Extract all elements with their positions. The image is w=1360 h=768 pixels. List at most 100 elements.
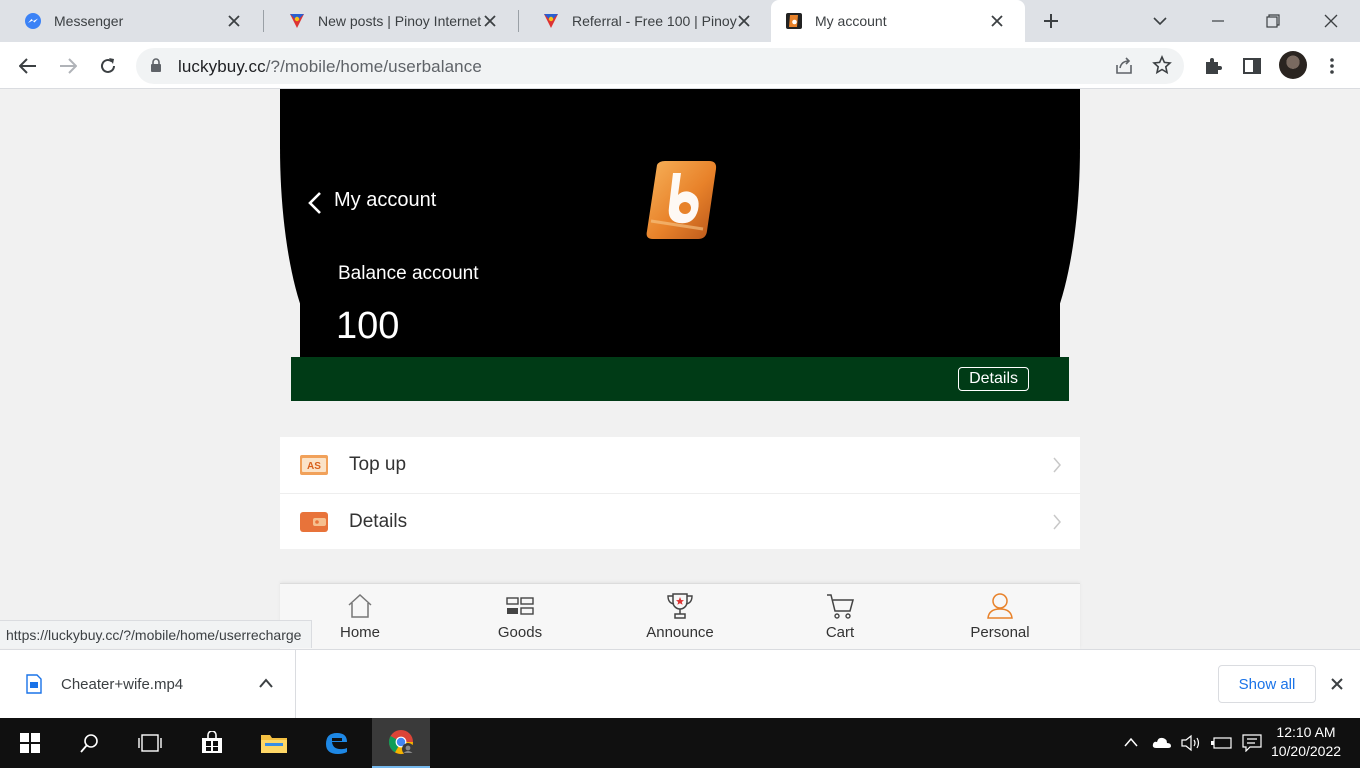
taskbar-clock[interactable]: 12:10 AM 10/20/2022 [1268, 723, 1344, 761]
tab-search-button[interactable] [1145, 6, 1175, 36]
nav-cart[interactable]: Cart [780, 584, 900, 649]
plus-icon [1044, 14, 1058, 28]
close-icon [1324, 14, 1338, 28]
taskbar-search-button[interactable] [66, 718, 114, 768]
tab-title: New posts | Pinoy Internet [318, 13, 482, 29]
bookmark-star-icon[interactable] [1152, 55, 1172, 75]
address-bar[interactable]: luckybuy.cc/?/mobile/home/userbalance [136, 48, 1184, 84]
chevron-up-icon[interactable] [258, 677, 274, 689]
nav-announce[interactable]: Announce [620, 584, 740, 649]
lock-icon [151, 58, 161, 72]
task-view-button[interactable] [126, 718, 174, 768]
tab-new-posts[interactable]: New posts | Pinoy Internet [264, 0, 518, 42]
folder-icon [261, 735, 287, 753]
menu-item-top-up[interactable]: AS Top up [280, 437, 1080, 493]
menu-label: Top up [349, 454, 407, 475]
more-vert-icon [1330, 58, 1334, 74]
trophy-icon [667, 593, 693, 619]
chevron-up-icon[interactable] [1124, 737, 1138, 747]
nav-label: Goods [497, 624, 543, 641]
start-button[interactable] [6, 718, 54, 768]
new-tab-button[interactable] [1039, 9, 1063, 33]
svg-text:AS: AS [307, 461, 321, 472]
extensions-button[interactable] [1200, 53, 1226, 79]
page-title: My account [334, 189, 437, 211]
minimize-icon [1212, 20, 1224, 22]
side-panel-icon [1243, 58, 1261, 74]
download-shelf: Cheater+wife.mp4 Show all [0, 649, 1360, 719]
store-icon [202, 731, 222, 753]
close-tab-icon[interactable] [224, 11, 244, 31]
close-shelf-icon[interactable] [1327, 674, 1347, 694]
web-page: My account Balance account 100 Details A… [0, 89, 1360, 649]
balance-actions-bar: Details [291, 357, 1069, 401]
tab-my-account[interactable]: My account [771, 0, 1025, 42]
nav-label: Personal [970, 624, 1030, 641]
close-tab-icon[interactable] [480, 11, 500, 31]
minimize-button[interactable] [1203, 6, 1233, 36]
task-view-icon [138, 734, 162, 752]
reload-button[interactable] [95, 53, 121, 79]
restore-button[interactable] [1258, 6, 1288, 36]
download-item[interactable]: Cheater+wife.mp4 [0, 650, 296, 719]
luckybuy-icon [786, 13, 802, 29]
luckybuy-logo [646, 161, 717, 239]
volume-icon[interactable] [1181, 734, 1203, 752]
taskbar-edge[interactable] [312, 718, 360, 768]
person-icon [987, 593, 1013, 619]
browser-menu-button[interactable] [1319, 53, 1345, 79]
video-file-icon [26, 674, 42, 694]
windows-taskbar: 12:10 AM 10/20/2022 [0, 718, 1360, 768]
share-icon[interactable] [1114, 56, 1134, 76]
top-up-icon: AS [300, 455, 328, 475]
arrow-right-icon [60, 58, 77, 74]
tab-title: Referral - Free 100 | Pinoy [572, 13, 737, 29]
nav-label: Announce [646, 624, 714, 641]
details-button[interactable]: Details [958, 367, 1029, 391]
nav-home[interactable]: Home [300, 584, 420, 649]
close-window-button[interactable] [1316, 6, 1346, 36]
url-path: /?/mobile/home/userbalance [265, 57, 482, 76]
restore-icon [1266, 14, 1280, 28]
pinoy-internet-icon [544, 14, 558, 28]
side-panel-button[interactable] [1239, 53, 1265, 79]
arrow-left-icon [19, 58, 36, 74]
notification-icon[interactable] [1242, 734, 1262, 752]
tab-messenger[interactable]: Messenger [0, 0, 262, 42]
chevron-down-icon [1153, 17, 1167, 26]
show-all-downloads-button[interactable]: Show all [1218, 665, 1316, 703]
bottom-navigation: Home Goods Announce Cart Personal [280, 583, 1080, 649]
balance-value: 100 [336, 305, 400, 347]
taskbar-chrome[interactable] [372, 718, 430, 768]
taskbar-file-explorer[interactable] [250, 718, 298, 768]
back-arrow-icon[interactable] [306, 191, 324, 215]
close-tab-icon[interactable] [987, 11, 1007, 31]
download-file-name: Cheater+wife.mp4 [61, 676, 184, 693]
pinoy-internet-icon [290, 14, 304, 28]
nav-goods[interactable]: Goods [460, 584, 580, 649]
nav-personal[interactable]: Personal [940, 584, 1060, 649]
profile-avatar[interactable] [1279, 51, 1307, 79]
menu-item-details[interactable]: Details [280, 493, 1080, 549]
home-icon [348, 593, 372, 618]
windows-logo-icon [20, 733, 40, 753]
status-bubble-url: https://luckybuy.cc/?/mobile/home/userre… [0, 620, 313, 648]
tab-title: Messenger [54, 13, 124, 29]
forward-button[interactable] [55, 53, 81, 79]
url-text: luckybuy.cc/?/mobile/home/userbalance [178, 57, 482, 77]
nav-label: Home [339, 624, 380, 641]
battery-icon[interactable] [1211, 736, 1233, 750]
cart-icon [827, 594, 854, 619]
clock-time: 12:10 AM [1276, 724, 1336, 740]
search-icon [80, 734, 98, 753]
onedrive-cloud-icon[interactable] [1152, 735, 1172, 749]
tab-title: My account [815, 13, 887, 29]
account-header-panel [300, 289, 1060, 361]
goods-icon [506, 597, 534, 615]
close-tab-icon[interactable] [734, 11, 754, 31]
chevron-right-icon [1053, 457, 1061, 473]
reload-icon [101, 58, 115, 73]
taskbar-store[interactable] [188, 718, 236, 768]
back-button[interactable] [15, 53, 41, 79]
tab-referral[interactable]: Referral - Free 100 | Pinoy [518, 0, 772, 42]
